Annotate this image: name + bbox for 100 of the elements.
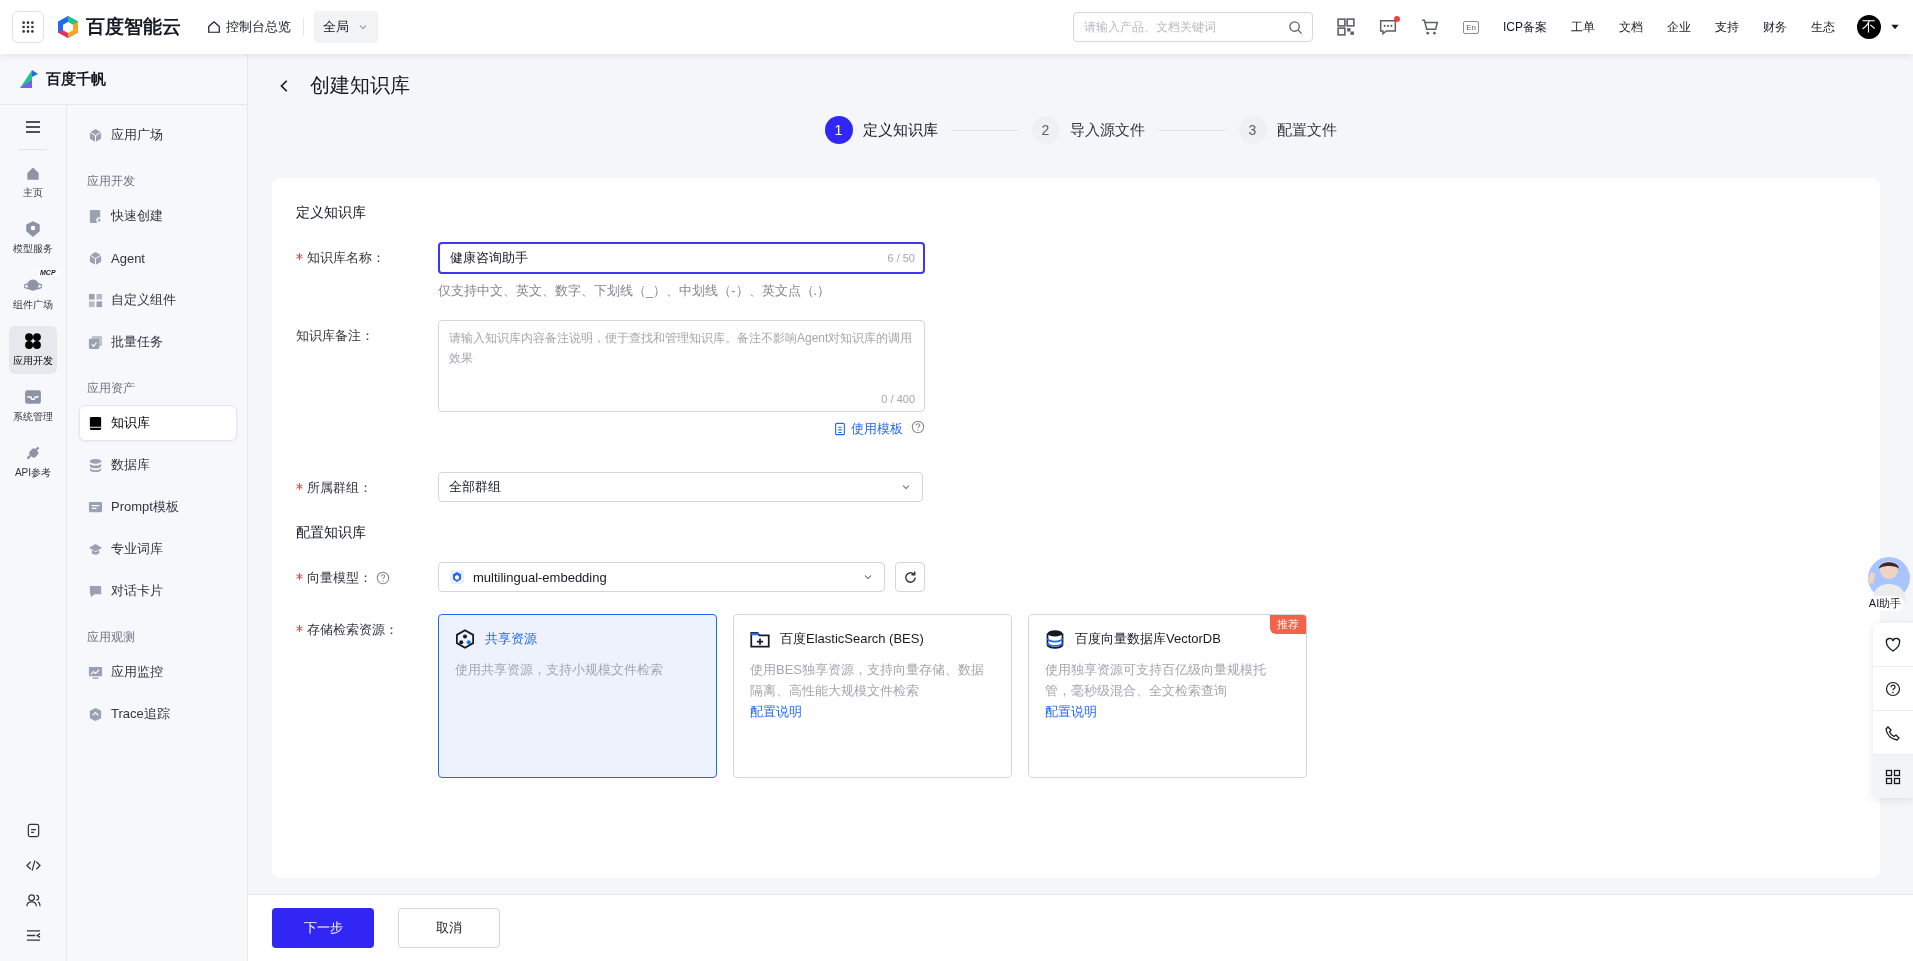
character-counter: 6 / 50 — [887, 252, 915, 264]
help-icon — [376, 571, 390, 585]
users-icon — [25, 893, 41, 908]
help-button[interactable] — [376, 571, 390, 585]
nav-item[interactable]: 应用广场 — [79, 117, 237, 153]
nav-item[interactable]: 对话卡片 — [79, 573, 237, 609]
document-plus-icon — [88, 208, 103, 224]
nav-item[interactable]: 自定义组件 — [79, 282, 237, 318]
section-title: 定义知识库 — [296, 204, 367, 222]
character-counter: 0 / 400 — [881, 393, 915, 405]
config-guide-link[interactable]: 配置说明 — [1045, 703, 1097, 721]
message-button[interactable] — [1379, 18, 1398, 36]
nav-item[interactable]: 数据库 — [79, 447, 237, 483]
phone-icon — [1885, 724, 1901, 741]
next-step-button[interactable]: 下一步 — [272, 908, 374, 948]
nav-section-heading: 应用开发 — [86, 173, 136, 190]
qr-code-icon — [1337, 18, 1356, 36]
collapse-icon — [25, 928, 41, 943]
rail-item[interactable]: 模型服务 — [9, 214, 57, 262]
step-number: 1 — [824, 116, 853, 144]
nav-item[interactable]: 批量任务 — [79, 324, 237, 360]
nav-link[interactable]: ICP备案 — [1503, 18, 1547, 36]
graduation-cap-icon — [88, 541, 103, 557]
nav-item[interactable]: 知识库 — [79, 405, 237, 441]
brand-name: 百度智能云 — [86, 15, 181, 39]
resource-option-card[interactable]: 推荐 百度向量数据库VectorDB 使用独享资源可支持百亿级向量规模托管，毫秒级混合、全文检索查询 配置说明 — [1028, 614, 1307, 778]
cancel-button[interactable]: 取消 — [398, 908, 500, 948]
field-label: 存储检索资源： — [307, 621, 398, 639]
database-icon — [88, 457, 103, 473]
nav-item[interactable]: 专业词库 — [79, 531, 237, 567]
cart-button[interactable] — [1421, 18, 1440, 36]
home-icon — [207, 20, 221, 34]
nav-section-heading: 应用观测 — [86, 629, 136, 646]
grid-button[interactable] — [1873, 755, 1913, 798]
code-button[interactable] — [25, 858, 41, 873]
rail-item[interactable]: 主页 — [9, 158, 57, 206]
required-icon — [296, 482, 303, 490]
shield-icon — [24, 220, 42, 238]
nav-item[interactable]: 快速创建 — [79, 198, 237, 234]
cube-icon — [88, 127, 103, 143]
users-button[interactable] — [25, 893, 41, 908]
nav-section-heading: 应用资产 — [86, 380, 136, 397]
menu-button[interactable] — [19, 119, 47, 150]
docs-button[interactable] — [25, 823, 41, 838]
folder-plus-icon — [750, 629, 770, 649]
inbox-icon — [24, 388, 42, 406]
page-title: 创建知识库 — [310, 73, 410, 98]
field-label: 所属群组： — [307, 479, 372, 497]
search-field[interactable]: 请输入产品、文档关键词 — [1073, 12, 1314, 42]
cart-icon — [1421, 18, 1440, 36]
book-icon — [88, 415, 103, 431]
step-label: 配置文件 — [1276, 120, 1337, 140]
logo-icon — [18, 68, 40, 90]
rail-item[interactable]: 应用开发 — [9, 326, 57, 374]
app-menu-button[interactable] — [12, 11, 44, 43]
menu-icon — [25, 119, 41, 135]
grid-dots-icon — [21, 20, 35, 34]
nav-item[interactable]: Agent — [79, 240, 237, 276]
refresh-icon — [902, 569, 918, 585]
required-icon — [296, 624, 303, 632]
help-icon — [1885, 680, 1901, 697]
rail-item[interactable]: 系统管理 — [9, 382, 57, 430]
nav-item[interactable]: 应用监控 — [79, 654, 237, 690]
refresh-button[interactable] — [895, 562, 925, 592]
database-icon — [1045, 629, 1065, 649]
text-card-icon — [88, 499, 103, 515]
stacked-check-icon — [88, 334, 103, 350]
option-description: 使用BES独享资源，支持向量存储、数据隔离、高性能大规模文件检索 — [750, 661, 985, 700]
group-dropdown[interactable]: 全部群组 — [438, 472, 923, 502]
language-button[interactable]: En — [1463, 20, 1479, 34]
rail-item[interactable]: API参考 — [9, 438, 57, 486]
config-guide-link[interactable]: 配置说明 — [750, 703, 802, 721]
grid-icon — [1885, 768, 1901, 785]
nav-link[interactable]: 工单 — [1571, 18, 1595, 36]
document-icon — [25, 823, 41, 838]
nav-link[interactable]: 财务 — [1763, 18, 1787, 36]
nav-link[interactable]: 文档 — [1619, 18, 1643, 36]
assistant-label[interactable]: AI助手 — [1865, 596, 1905, 611]
nav-item[interactable]: Prompt模板 — [79, 489, 237, 525]
use-template-link[interactable]: 使用模板 — [833, 420, 903, 438]
nav-link[interactable]: 企业 — [1667, 18, 1691, 36]
collapse-button[interactable] — [25, 928, 41, 943]
model-dropdown[interactable]: multilingual-embedding — [438, 562, 886, 592]
user-avatar[interactable]: 不 — [1857, 15, 1881, 39]
nav-item[interactable]: Trace追踪 — [79, 696, 237, 732]
option-title: 共享资源 — [485, 630, 537, 648]
resource-option-card[interactable]: 共享资源 使用共享资源，支持小规模文件检索 — [438, 614, 717, 778]
qr-button[interactable] — [1337, 18, 1356, 36]
nav-link[interactable]: 生态 — [1811, 18, 1835, 36]
resource-option-card[interactable]: 百度ElasticSearch (BES) 使用BES独享资源，支持向量存储、数据隔离、高性能大规模文件检索 配置说明 — [733, 614, 1012, 778]
step-label: 定义知识库 — [862, 120, 938, 140]
logo-icon — [56, 15, 80, 39]
console-link[interactable]: 控制台总览 — [207, 18, 304, 36]
required-icon — [296, 252, 303, 260]
cube-icon — [88, 250, 103, 266]
code-icon — [25, 858, 41, 873]
scope-dropdown[interactable]: 全局 — [314, 11, 378, 43]
field-label: 知识库备注： — [296, 327, 374, 345]
chat-bubble-icon — [88, 583, 103, 599]
nav-link[interactable]: 支持 — [1715, 18, 1739, 36]
